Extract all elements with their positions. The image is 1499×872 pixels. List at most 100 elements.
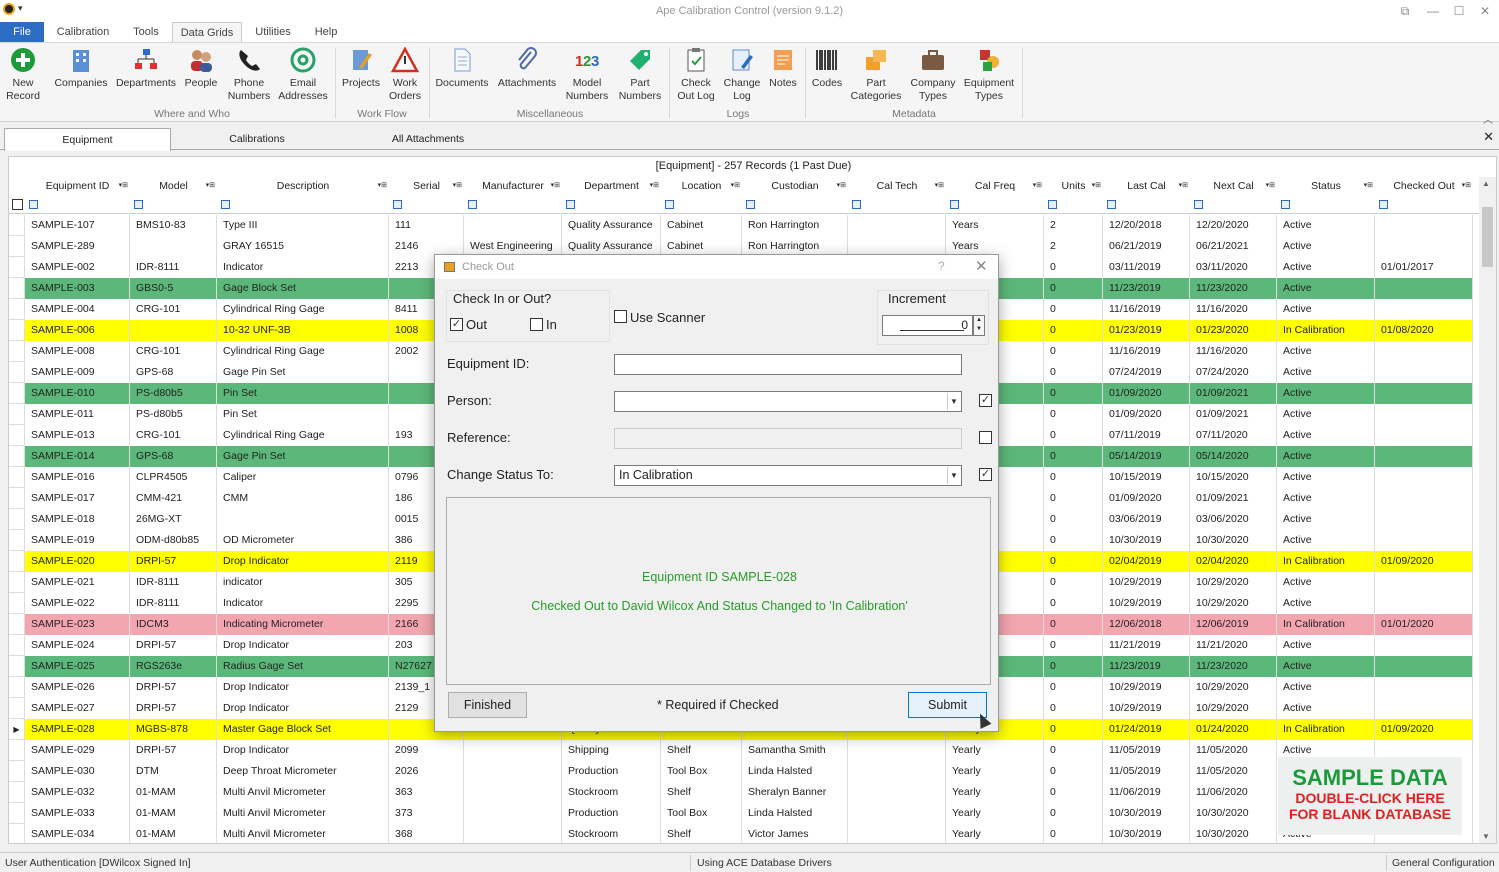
cell-equipment-id[interactable]: SAMPLE-028 (25, 719, 130, 740)
filter-pin-icon[interactable]: ▾⊞ (1462, 177, 1471, 195)
cell-last-cal[interactable]: 07/24/2019 (1103, 362, 1190, 383)
cell-description[interactable]: Drop Indicator (217, 698, 389, 719)
cell-checked-out[interactable] (1375, 215, 1473, 236)
cell-manufacturer[interactable] (464, 782, 562, 803)
cell-last-cal[interactable]: 01/23/2019 (1103, 320, 1190, 341)
cell-equipment-id[interactable]: SAMPLE-019 (25, 530, 130, 551)
cell-units[interactable]: 0 (1044, 425, 1103, 446)
cell-last-cal[interactable]: 02/04/2019 (1103, 551, 1190, 572)
row-selector[interactable] (9, 446, 25, 467)
row-selector[interactable] (9, 656, 25, 677)
cell-checked-out[interactable] (1375, 635, 1473, 656)
row-selector[interactable] (9, 761, 25, 782)
check-out-log-button[interactable]: Check Out Log (674, 47, 718, 103)
cell-checked-out[interactable] (1375, 593, 1473, 614)
cell-manufacturer[interactable] (464, 761, 562, 782)
cell-cal-freq[interactable]: Yearly (946, 740, 1044, 761)
table-row[interactable]: SAMPLE-033 01-MAM Multi Anvil Micrometer 37… (9, 803, 1473, 824)
cell-status[interactable]: Active (1277, 509, 1375, 530)
filter-pin-icon[interactable]: ▾⊞ (650, 177, 659, 195)
menu-calibration[interactable]: Calibration (50, 22, 116, 42)
departments-button[interactable]: Departments (114, 47, 178, 90)
companies-button[interactable]: Companies (53, 47, 109, 90)
cell-equipment-id[interactable]: SAMPLE-011 (25, 404, 130, 425)
table-row[interactable]: SAMPLE-032 01-MAM Multi Anvil Micrometer 36… (9, 782, 1473, 803)
cell-next-cal[interactable]: 12/06/2019 (1190, 614, 1277, 635)
filter-pin-icon[interactable]: ▾⊞ (453, 177, 462, 195)
column-header-next-cal[interactable]: Next Cal ▾⊞ (1190, 177, 1277, 195)
cell-units[interactable]: 0 (1044, 761, 1103, 782)
filter-icon-checked-out[interactable] (1379, 200, 1388, 209)
row-selector[interactable] (9, 467, 25, 488)
cell-last-cal[interactable]: 12/06/2018 (1103, 614, 1190, 635)
cell-status[interactable]: Active (1277, 278, 1375, 299)
cell-next-cal[interactable]: 10/29/2020 (1190, 677, 1277, 698)
cell-serial[interactable]: 2026 (389, 761, 464, 782)
cell-equipment-id[interactable]: SAMPLE-107 (25, 215, 130, 236)
cell-model[interactable]: PS-d80b5 (130, 404, 217, 425)
cell-checked-out[interactable]: 01/08/2020 (1375, 320, 1473, 341)
cell-next-cal[interactable]: 06/21/2021 (1190, 236, 1277, 257)
cell-description[interactable]: Drop Indicator (217, 551, 389, 572)
cell-next-cal[interactable]: 10/29/2020 (1190, 593, 1277, 614)
close-button[interactable]: ✕ (1472, 2, 1498, 20)
column-header-units[interactable]: Units ▾⊞ (1044, 177, 1103, 195)
table-row[interactable]: SAMPLE-029 DRPI-57 Drop Indicator 2099 Shipp… (9, 740, 1473, 761)
cell-last-cal[interactable]: 11/05/2019 (1103, 761, 1190, 782)
chevron-down-icon[interactable]: ▼ (947, 393, 960, 410)
row-selector[interactable] (9, 635, 25, 656)
cell-checked-out[interactable] (1375, 362, 1473, 383)
increment-spinner[interactable]: ▲ ▼ (973, 315, 985, 336)
cell-custodian[interactable]: Victor James (742, 824, 848, 843)
out-checkbox[interactable]: ✓ (450, 318, 463, 331)
cell-equipment-id[interactable]: SAMPLE-004 (25, 299, 130, 320)
cell-last-cal[interactable]: 11/16/2019 (1103, 341, 1190, 362)
cell-checked-out[interactable] (1375, 677, 1473, 698)
row-selector[interactable] (9, 404, 25, 425)
cell-units[interactable]: 0 (1044, 782, 1103, 803)
cell-equipment-id[interactable]: SAMPLE-014 (25, 446, 130, 467)
cell-last-cal[interactable]: 10/30/2019 (1103, 530, 1190, 551)
cell-last-cal[interactable]: 07/11/2019 (1103, 425, 1190, 446)
cell-equipment-id[interactable]: SAMPLE-026 (25, 677, 130, 698)
cell-units[interactable]: 0 (1044, 635, 1103, 656)
cell-custodian[interactable]: Samantha Smith (742, 740, 848, 761)
cell-last-cal[interactable]: 10/30/2019 (1103, 824, 1190, 843)
cell-status[interactable]: In Calibration (1277, 719, 1375, 740)
cell-model[interactable]: CRG-101 (130, 299, 217, 320)
cell-equipment-id[interactable]: SAMPLE-020 (25, 551, 130, 572)
row-selector[interactable] (9, 740, 25, 761)
cell-units[interactable]: 0 (1044, 614, 1103, 635)
cell-equipment-id[interactable]: SAMPLE-006 (25, 320, 130, 341)
cell-checked-out[interactable]: 01/01/2020 (1375, 614, 1473, 635)
cell-manufacturer[interactable] (464, 215, 562, 236)
cell-checked-out[interactable] (1375, 698, 1473, 719)
column-header-cal-freq[interactable]: Cal Freq ▾⊞ (946, 177, 1044, 195)
menu-data-grids[interactable]: Data Grids (172, 22, 242, 42)
column-header-description[interactable]: Description ▾⊞ (217, 177, 389, 195)
cell-cal-tech[interactable] (848, 803, 946, 824)
column-header-manufacturer[interactable]: Manufacturer ▾⊞ (464, 177, 562, 195)
current-row-indicator-icon[interactable]: ▶ (9, 719, 25, 740)
filter-pin-icon[interactable]: ▾⊞ (1266, 177, 1275, 195)
cell-equipment-id[interactable]: SAMPLE-017 (25, 488, 130, 509)
filter-icon-custodian[interactable] (746, 200, 755, 209)
cell-cal-freq[interactable]: Years (946, 215, 1044, 236)
documents-button[interactable]: Documents (434, 47, 490, 90)
cell-last-cal[interactable]: 10/29/2019 (1103, 593, 1190, 614)
cell-checked-out[interactable] (1375, 467, 1473, 488)
cell-cal-tech[interactable] (848, 782, 946, 803)
work-orders-button[interactable]: Work Orders (385, 47, 425, 103)
cell-equipment-id[interactable]: SAMPLE-025 (25, 656, 130, 677)
menu-file[interactable]: File (0, 22, 44, 42)
cell-description[interactable]: Indicator (217, 257, 389, 278)
filter-icon-description[interactable] (221, 200, 230, 209)
table-row[interactable]: SAMPLE-107 BMS10-83 Type III 111 Quality Ass… (9, 215, 1473, 236)
cell-description[interactable] (217, 509, 389, 530)
cell-last-cal[interactable]: 10/15/2019 (1103, 467, 1190, 488)
in-checkbox[interactable] (530, 318, 543, 331)
cell-units[interactable]: 0 (1044, 404, 1103, 425)
cell-checked-out[interactable] (1375, 509, 1473, 530)
cell-checked-out[interactable] (1375, 383, 1473, 404)
filter-pin-icon[interactable]: ▾⊞ (1364, 177, 1373, 195)
